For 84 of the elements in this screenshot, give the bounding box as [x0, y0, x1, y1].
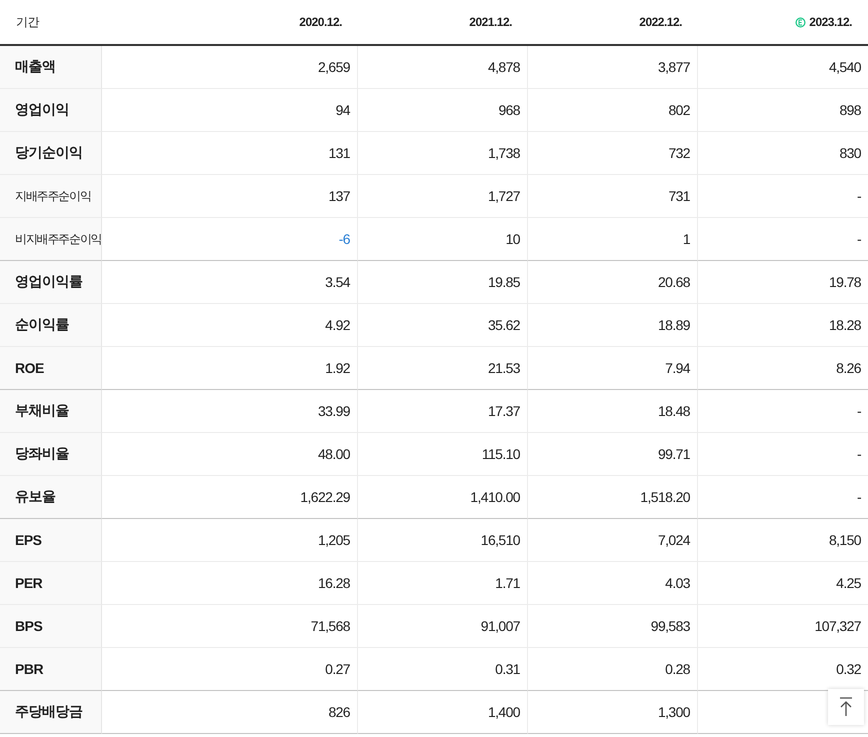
table-cell: 18.48	[528, 390, 698, 433]
table-cell: 16,510	[358, 519, 528, 562]
table-cell: 7,024	[528, 519, 698, 562]
table-cell: 99.71	[528, 433, 698, 476]
table-cell: 131	[102, 132, 358, 175]
table-cell: 4.92	[102, 304, 358, 347]
table-cell: 4,540	[698, 46, 868, 89]
row-label: 부채비율	[0, 390, 102, 433]
table-cell: 0.27	[102, 648, 358, 691]
row-label: 당좌비율	[0, 433, 102, 476]
column-header: 2021.12.	[469, 15, 512, 29]
table-cell: 1,738	[358, 132, 528, 175]
row-label: 매출액	[0, 46, 102, 89]
table-cell: 107,327	[698, 605, 868, 648]
table-cell: 1,300	[528, 691, 698, 734]
table-cell: 33.99	[102, 390, 358, 433]
table-cell: -	[698, 433, 868, 476]
table-cell: 1	[528, 218, 698, 261]
table-cell: 18.89	[528, 304, 698, 347]
table-cell: -	[698, 175, 868, 218]
table-cell: 0.31	[358, 648, 528, 691]
table-cell: 1,410.00	[358, 476, 528, 519]
table-cell: 71,568	[102, 605, 358, 648]
table-cell: 3,877	[528, 46, 698, 89]
row-label: 유보율	[0, 476, 102, 519]
table-cell: 2,659	[102, 46, 358, 89]
row-label: PER	[0, 562, 102, 605]
table-cell: 91,007	[358, 605, 528, 648]
table-cell: 898	[698, 89, 868, 132]
row-label: 영업이익	[0, 89, 102, 132]
table-cell: 1.92	[102, 347, 358, 390]
table-cell: 1,727	[358, 175, 528, 218]
table-cell: 732	[528, 132, 698, 175]
table-cell: 4.03	[528, 562, 698, 605]
table-cell: 10	[358, 218, 528, 261]
table-cell: 4,878	[358, 46, 528, 89]
arrow-up-icon	[839, 697, 853, 717]
row-label: 순이익률	[0, 304, 102, 347]
row-label: 당기순이익	[0, 132, 102, 175]
row-label: EPS	[0, 519, 102, 562]
table-cell: 731	[528, 175, 698, 218]
table-cell: 99,583	[528, 605, 698, 648]
table-cell: 4.25	[698, 562, 868, 605]
row-label: 주당배당금	[0, 691, 102, 734]
row-label: PBR	[0, 648, 102, 691]
table-cell: -	[698, 390, 868, 433]
table-cell: 1,205	[102, 519, 358, 562]
table-cell: 0.28	[528, 648, 698, 691]
column-header: 2020.12.	[299, 15, 342, 29]
row-label: 지배주주순이익	[0, 175, 102, 218]
table-cell: 8.26	[698, 347, 868, 390]
table-cell: 826	[102, 691, 358, 734]
table-cell: 830	[698, 132, 868, 175]
table-cell: -6	[102, 218, 358, 261]
table-cell: 19.78	[698, 261, 868, 304]
table-cell: 1,400	[358, 691, 528, 734]
table-cell: 20.68	[528, 261, 698, 304]
table-cell: 48.00	[102, 433, 358, 476]
table-cell: 1,518.20	[528, 476, 698, 519]
table-cell: 115.10	[358, 433, 528, 476]
table-cell: 94	[102, 89, 358, 132]
table-cell: 18.28	[698, 304, 868, 347]
table-cell: -	[698, 476, 868, 519]
table-cell: 1.71	[358, 562, 528, 605]
table-cell: 968	[358, 89, 528, 132]
column-header: 2022.12.	[639, 15, 682, 29]
table-cell: -	[698, 218, 868, 261]
table-cell: 16.28	[102, 562, 358, 605]
table-cell: 17.37	[358, 390, 528, 433]
column-header: 2023.12.	[809, 15, 852, 29]
table-cell: 19.85	[358, 261, 528, 304]
table-cell: 35.62	[358, 304, 528, 347]
table-cell: 21.53	[358, 347, 528, 390]
row-label: 영업이익률	[0, 261, 102, 304]
table-cell: 1,622.29	[102, 476, 358, 519]
table-cell: 8,150	[698, 519, 868, 562]
scroll-top-button[interactable]	[828, 689, 864, 725]
row-label: 비지배주주순이익	[0, 218, 102, 261]
table-cell: 137	[102, 175, 358, 218]
table-cell: 7.94	[528, 347, 698, 390]
row-label: ROE	[0, 347, 102, 390]
row-label: BPS	[0, 605, 102, 648]
table-cell: 3.54	[102, 261, 358, 304]
table-cell: 802	[528, 89, 698, 132]
